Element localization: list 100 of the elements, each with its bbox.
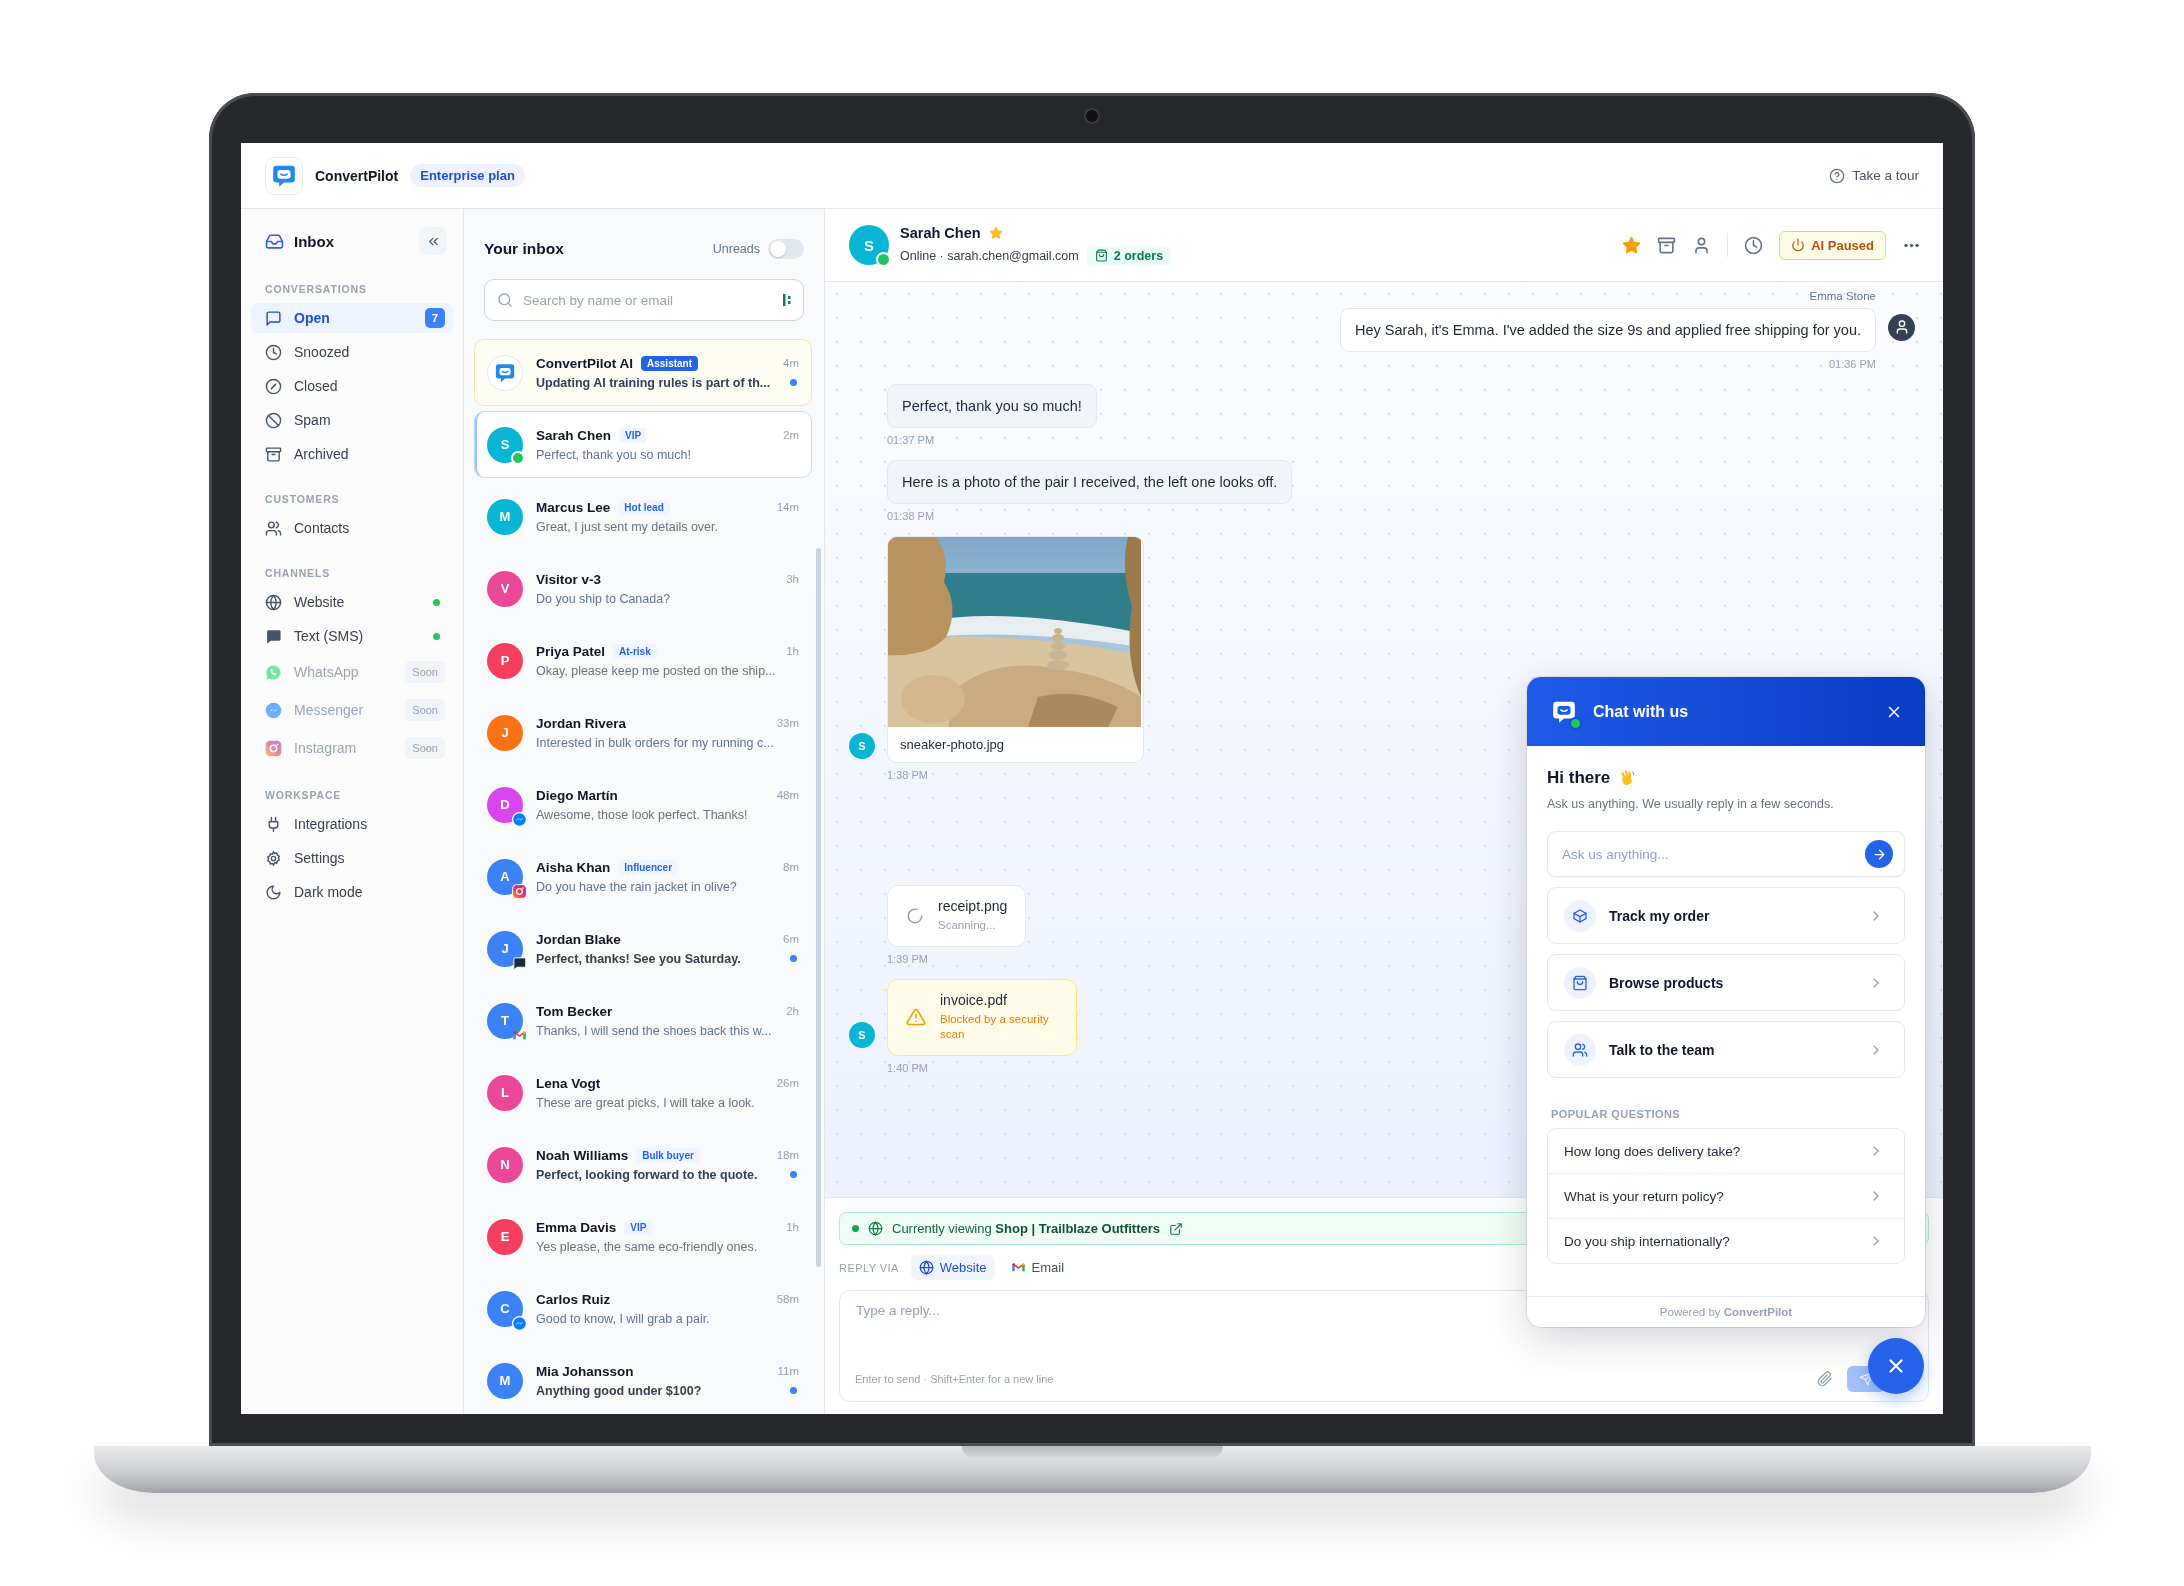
tag-badge: At-risk — [613, 643, 657, 659]
chat-bubble-icon — [265, 627, 282, 645]
avatar: T — [487, 1002, 523, 1039]
conversation-item[interactable]: L Lena Vogt 26m These are great picks, I will take a look. — [474, 1059, 812, 1126]
users-icon — [1572, 1041, 1588, 1058]
star-icon[interactable] — [1622, 235, 1642, 255]
option-button[interactable]: Talk to the team — [1547, 1021, 1905, 1078]
nav-item[interactable]: Contacts — [251, 513, 453, 543]
paperclip-icon[interactable] — [1817, 1371, 1833, 1387]
inbox-title: Your inbox — [484, 240, 564, 258]
channel-tab[interactable]: Website — [910, 1255, 995, 1280]
powered-by-text: Powered by ConvertPilot — [1659, 1306, 1793, 1318]
contact-name: Mia Johansson — [536, 1363, 634, 1379]
nav-item[interactable]: Settings — [251, 843, 453, 873]
question-item[interactable]: How long does delivery take? — [1548, 1129, 1904, 1173]
viewing-text: Currently viewing Shop | Trailblaze Outfitters — [892, 1221, 1161, 1236]
message-preview: Thanks, I will send the shoes back this w... — [536, 1023, 772, 1038]
arrow-right-icon — [1871, 846, 1887, 862]
tag-badge: Hot lead — [618, 499, 670, 515]
nav-item[interactable]: Archived — [251, 439, 453, 469]
warning-icon — [906, 1007, 926, 1028]
avatar: S — [849, 1021, 875, 1048]
message-preview: Awesome, those look perfect. Thanks! — [536, 807, 748, 822]
live-dot — [852, 1225, 859, 1232]
avatar: N — [487, 1146, 523, 1183]
nav-item[interactable]: Spam — [251, 405, 453, 435]
conversation-item[interactable]: M Mia Johansson 11m Anything good under $100? — [474, 1347, 812, 1414]
widget-title: Chat with us — [1593, 702, 1689, 721]
unread-dot — [790, 1171, 797, 1178]
question-item[interactable]: Do you ship internationally? — [1548, 1218, 1904, 1263]
file-attachment[interactable]: receipt.png Scanning... — [887, 885, 1027, 947]
conversation-item[interactable]: J Jordan Rivera 33m Interested in bulk orders for my running c... — [474, 699, 812, 766]
option-button[interactable]: Track my order — [1547, 887, 1905, 944]
message-preview: Do you have the rain jacket in olive? — [536, 879, 737, 894]
sidebar-title: Inbox — [294, 232, 334, 250]
avatar: P — [487, 642, 523, 679]
conversation-item[interactable]: M Marcus Lee Hot lead 14m Great, I just sent my details over. — [474, 483, 812, 550]
conversation-item[interactable]: J Jordan Blake 6m Perfect, thanks! See you Saturday. — [474, 915, 812, 982]
message-time: 01:37 PM — [887, 434, 935, 447]
message-field[interactable]: Ask us anything... — [1547, 831, 1905, 877]
bag-icon — [1094, 249, 1108, 262]
messenger-icon — [265, 701, 282, 719]
option-button[interactable]: Browse products — [1547, 954, 1905, 1011]
time-label: 48m — [776, 789, 799, 801]
avatar: M — [487, 498, 523, 535]
count-badge: 7 — [425, 308, 445, 328]
nav-item[interactable]: Dark mode — [251, 877, 453, 907]
message-preview: These are great picks, I will take a look. — [536, 1095, 755, 1110]
avatar: E — [487, 1218, 523, 1255]
soon-badge: Soon — [405, 699, 445, 721]
unread-dot — [790, 1387, 797, 1394]
conversation-item[interactable]: S Sarah Chen VIP 2m Perfect, thank you so much! — [474, 411, 812, 478]
contact-name: Emma Davis — [536, 1219, 617, 1235]
instagram-icon — [265, 739, 282, 757]
search-field[interactable]: Search by name or email — [484, 279, 804, 321]
nav-item[interactable]: Website — [251, 587, 453, 617]
avatar: S — [487, 426, 523, 463]
avatar: C — [487, 1290, 523, 1327]
time-label: 58m — [776, 1293, 799, 1305]
message-bubble: Here is a photo of the pair I received, the left one looks off. — [887, 460, 1293, 505]
scrollbar-thumb[interactable] — [816, 548, 821, 1267]
message-time: 1:38 PM — [887, 769, 928, 782]
nav-item[interactable]: Text (SMS) — [251, 621, 453, 651]
ai-paused-button[interactable]: AI Paused — [1779, 230, 1886, 260]
external-link-icon[interactable] — [1169, 1221, 1184, 1236]
globe-icon — [918, 1260, 934, 1275]
chat-bubble-icon — [512, 955, 527, 971]
nav-item[interactable]: Open 7 — [251, 303, 453, 333]
soon-badge: Soon — [405, 737, 445, 759]
conversation-item[interactable]: N Noah Williams Bulk buyer 18m Perfect, looking forward to the quote. — [474, 1131, 812, 1198]
conversation-item[interactable]: T Tom Becker 2h Thanks, I will send the shoes back this w... — [474, 987, 812, 1054]
channel-tab[interactable]: Email — [1002, 1255, 1073, 1280]
orders-badge[interactable]: 2 orders — [1086, 245, 1172, 266]
tag-badge: Influencer — [618, 859, 679, 875]
clock-icon[interactable] — [1744, 235, 1764, 255]
file-attachment[interactable]: invoice.pdf Blocked by a security scan — [887, 978, 1077, 1056]
agent-avatar — [1888, 313, 1915, 341]
message-preview: Perfect, looking forward to the quote. — [536, 1167, 758, 1182]
nav-item[interactable]: Closed — [251, 371, 453, 401]
tour-link[interactable]: Take a tour — [1829, 167, 1919, 184]
conversation-item[interactable]: V Visitor v-3 3h Do you ship to Canada? — [474, 555, 812, 622]
time-label: 14m — [776, 501, 799, 513]
question-item[interactable]: What is your return policy? — [1548, 1173, 1904, 1218]
conversation-item[interactable]: ConvertPilot AI Assistant 4m Updating AI training rules is part of th... — [474, 339, 812, 406]
widget-subtitle: Ask us anything. We usually reply in a few seconds. — [1547, 797, 1835, 811]
archive-icon[interactable] — [1657, 235, 1677, 255]
contacts-icon — [265, 519, 282, 537]
unreads-toggle[interactable] — [768, 239, 804, 259]
conversation-item[interactable]: E Emma Davis VIP 1h Yes please, the same eco-friendly ones. — [474, 1203, 812, 1270]
conversation-item[interactable]: C Carlos Ruiz 58m Good to know, I will grab a pair. — [474, 1275, 812, 1342]
nav-item[interactable]: Snoozed — [251, 337, 453, 367]
nav-item[interactable]: Integrations — [251, 809, 453, 839]
message-preview: Anything good under $100? — [536, 1383, 702, 1398]
image-attachment[interactable]: sneaker-photo.jpg — [887, 536, 1144, 764]
contact-name: Jordan Blake — [536, 931, 621, 947]
conversation-item[interactable]: D Diego Martín 48m Awesome, those look perfect. Thanks! — [474, 771, 812, 838]
conversation-item[interactable]: A Aisha Khan Influencer 8m Do you have the rain jacket in olive? — [474, 843, 812, 910]
greeting: Hi there — [1547, 768, 1611, 788]
collapse-button[interactable] — [419, 227, 447, 255]
conversation-item[interactable]: P Priya Patel At-risk 1h Okay, please keep me posted on the ship... — [474, 627, 812, 694]
